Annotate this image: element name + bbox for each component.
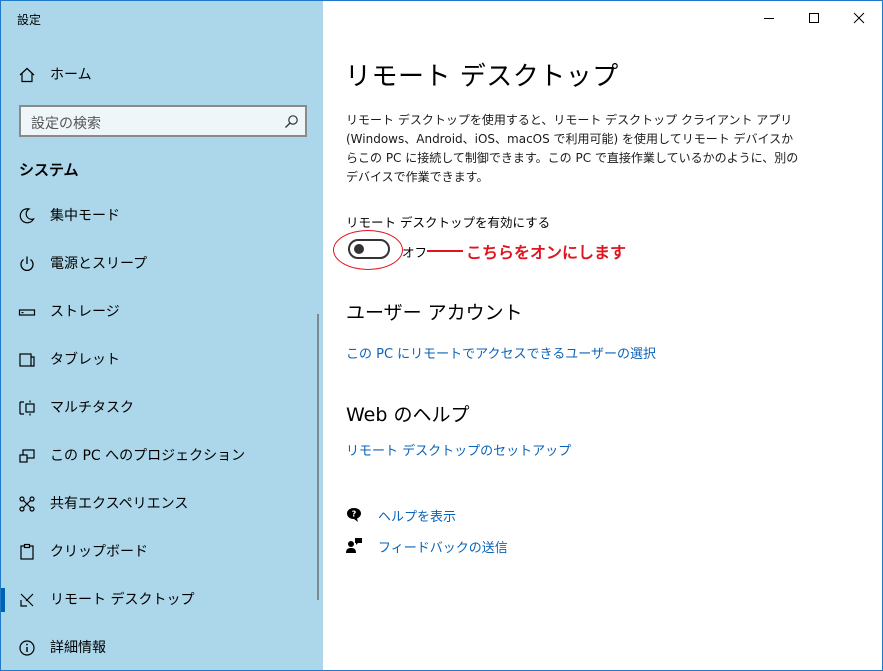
sidebar-item-label: 詳細情報 xyxy=(50,640,106,656)
tablet-icon xyxy=(18,351,36,369)
storage-icon xyxy=(18,303,36,321)
sidebar-item-label: ストレージ xyxy=(50,304,120,320)
user-accounts-heading: ユーザー アカウント xyxy=(346,302,523,324)
sidebar-item-label: クリップボード xyxy=(50,544,148,560)
section-title: システム xyxy=(19,161,79,179)
power-icon xyxy=(18,255,36,273)
sidebar-item-clipboard[interactable]: クリップボード xyxy=(1,532,323,572)
clipboard-icon xyxy=(18,543,36,561)
sidebar-item-storage[interactable]: ストレージ xyxy=(1,292,323,332)
toggle-knob xyxy=(354,244,364,254)
close-icon xyxy=(853,12,865,24)
description-line: らこの PC に接続して制御できます。この PC で直接作業しているかのように、… xyxy=(346,151,799,165)
sidebar-item-multitasking[interactable]: マルチタスク xyxy=(1,388,323,428)
settings-window: 設定 ホーム 設定の検索 システム 集中モード 電源とスリープ ストレージ タブ… xyxy=(0,0,883,671)
sidebar-item-label: リモート デスクトップ xyxy=(50,592,195,608)
sidebar-item-power-sleep[interactable]: 電源とスリープ xyxy=(1,244,323,284)
projection-icon xyxy=(18,447,36,465)
description: リモート デスクトップを使用すると、リモート デスクトップ クライアント アプリ… xyxy=(346,111,799,187)
home-icon xyxy=(18,66,36,84)
select-users-link[interactable]: この PC にリモートでアクセスできるユーザーの選択 xyxy=(346,343,656,362)
web-help-heading: Web のヘルプ xyxy=(346,404,470,426)
remote-desktop-icon xyxy=(18,591,36,609)
moon-icon xyxy=(18,207,36,225)
annotation-line xyxy=(427,250,463,252)
search-placeholder: 設定の検索 xyxy=(31,116,101,132)
close-button[interactable] xyxy=(836,1,882,35)
sidebar-item-label: ホーム xyxy=(50,67,92,83)
sidebar-item-label: 集中モード xyxy=(50,208,120,224)
page-title: リモート デスクトップ xyxy=(345,62,619,92)
sidebar-item-label: マルチタスク xyxy=(50,400,134,416)
content-pane: リモート デスクトップ リモート デスクトップを使用すると、リモート デスクトッ… xyxy=(323,1,882,670)
remote-desktop-toggle[interactable] xyxy=(348,239,390,259)
maximize-icon xyxy=(809,13,819,23)
sidebar-item-about[interactable]: 詳細情報 xyxy=(1,628,323,668)
search-icon[interactable] xyxy=(284,114,299,129)
sidebar-item-label: この PC へのプロジェクション xyxy=(50,448,246,464)
sidebar-item-label: 電源とスリープ xyxy=(50,256,148,272)
minimize-button[interactable] xyxy=(746,1,792,35)
toggle-state: オフ xyxy=(402,245,428,260)
sidebar-item-tablet[interactable]: タブレット xyxy=(1,340,323,380)
help-chat-icon: ? xyxy=(345,506,363,524)
setup-help-link[interactable]: リモート デスクトップのセットアップ xyxy=(346,440,571,459)
sidebar-item-label: タブレット xyxy=(50,352,120,368)
share-icon xyxy=(18,495,36,513)
sidebar-item-remote-desktop[interactable]: リモート デスクトップ xyxy=(1,580,323,620)
description-line: (Windows、Android、iOS、macOS で利用可能) を使用してリ… xyxy=(346,132,794,146)
description-line: デバイスで作業できます。 xyxy=(346,170,489,184)
maximize-button[interactable] xyxy=(791,1,837,35)
sidebar-item-home[interactable]: ホーム xyxy=(1,55,323,95)
multitask-icon xyxy=(18,399,36,417)
send-feedback-label: フィードバックの送信 xyxy=(378,541,508,556)
feedback-icon xyxy=(345,537,363,555)
get-help-label: ヘルプを表示 xyxy=(378,510,457,525)
app-title: 設定 xyxy=(17,13,42,27)
sidebar: 設定 ホーム 設定の検索 システム 集中モード 電源とスリープ ストレージ タブ… xyxy=(1,1,323,670)
sidebar-item-shared-experiences[interactable]: 共有エクスペリエンス xyxy=(1,484,323,524)
svg-text:?: ? xyxy=(352,510,357,519)
info-icon xyxy=(18,639,36,657)
minimize-icon xyxy=(764,18,774,19)
search-input[interactable]: 設定の検索 xyxy=(19,105,307,137)
sidebar-item-focus-assist[interactable]: 集中モード xyxy=(1,196,323,236)
description-line: リモート デスクトップを使用すると、リモート デスクトップ クライアント アプリ xyxy=(346,113,793,127)
sidebar-item-label: 共有エクスペリエンス xyxy=(50,496,189,512)
toggle-label: リモート デスクトップを有効にする xyxy=(346,215,551,230)
sidebar-item-projection[interactable]: この PC へのプロジェクション xyxy=(1,436,323,476)
sidebar-scrollbar[interactable] xyxy=(317,314,319,600)
annotation-text: こちらをオンにします xyxy=(466,243,627,262)
